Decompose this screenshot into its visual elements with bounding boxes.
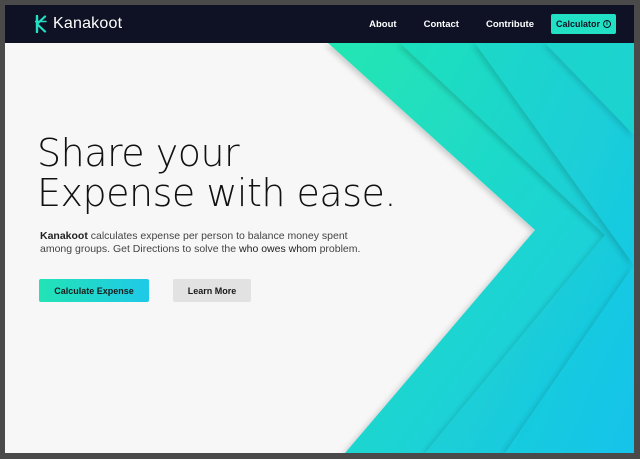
hero-headline: Share your Expense with ease. (37, 133, 437, 213)
kanakoot-logo-icon (35, 15, 47, 33)
learn-more-button[interactable]: Learn More (173, 279, 251, 302)
calculator-button[interactable]: Calculator i (550, 14, 616, 34)
background-gradient-art (328, 43, 634, 453)
desc-highlight: who owes whom (239, 243, 317, 255)
desc-text-2: problem. (316, 243, 361, 255)
info-icon: i (603, 20, 611, 28)
nav-link-about[interactable]: About (369, 19, 396, 30)
calculate-expense-button[interactable]: Calculate Expense (39, 279, 149, 302)
calculator-button-label: Calculator (555, 19, 600, 29)
top-navbar: Kanakoot About Contact Contribute Calcul… (5, 5, 634, 43)
nav-link-contribute[interactable]: Contribute (486, 19, 534, 30)
nav-links: About Contact Contribute Calculator i (342, 14, 616, 34)
desc-brand: Kanakoot (40, 230, 88, 242)
hero-description: Kanakoot calculates expense per person t… (40, 230, 380, 256)
headline-line-1: Share your (37, 131, 240, 175)
headline-line-2: Expense with ease. (37, 171, 396, 215)
brand-name: Kanakoot (53, 15, 123, 32)
browser-viewport: Kanakoot About Contact Contribute Calcul… (5, 5, 634, 453)
nav-link-contact[interactable]: Contact (424, 19, 459, 30)
brand[interactable]: Kanakoot (35, 15, 122, 33)
